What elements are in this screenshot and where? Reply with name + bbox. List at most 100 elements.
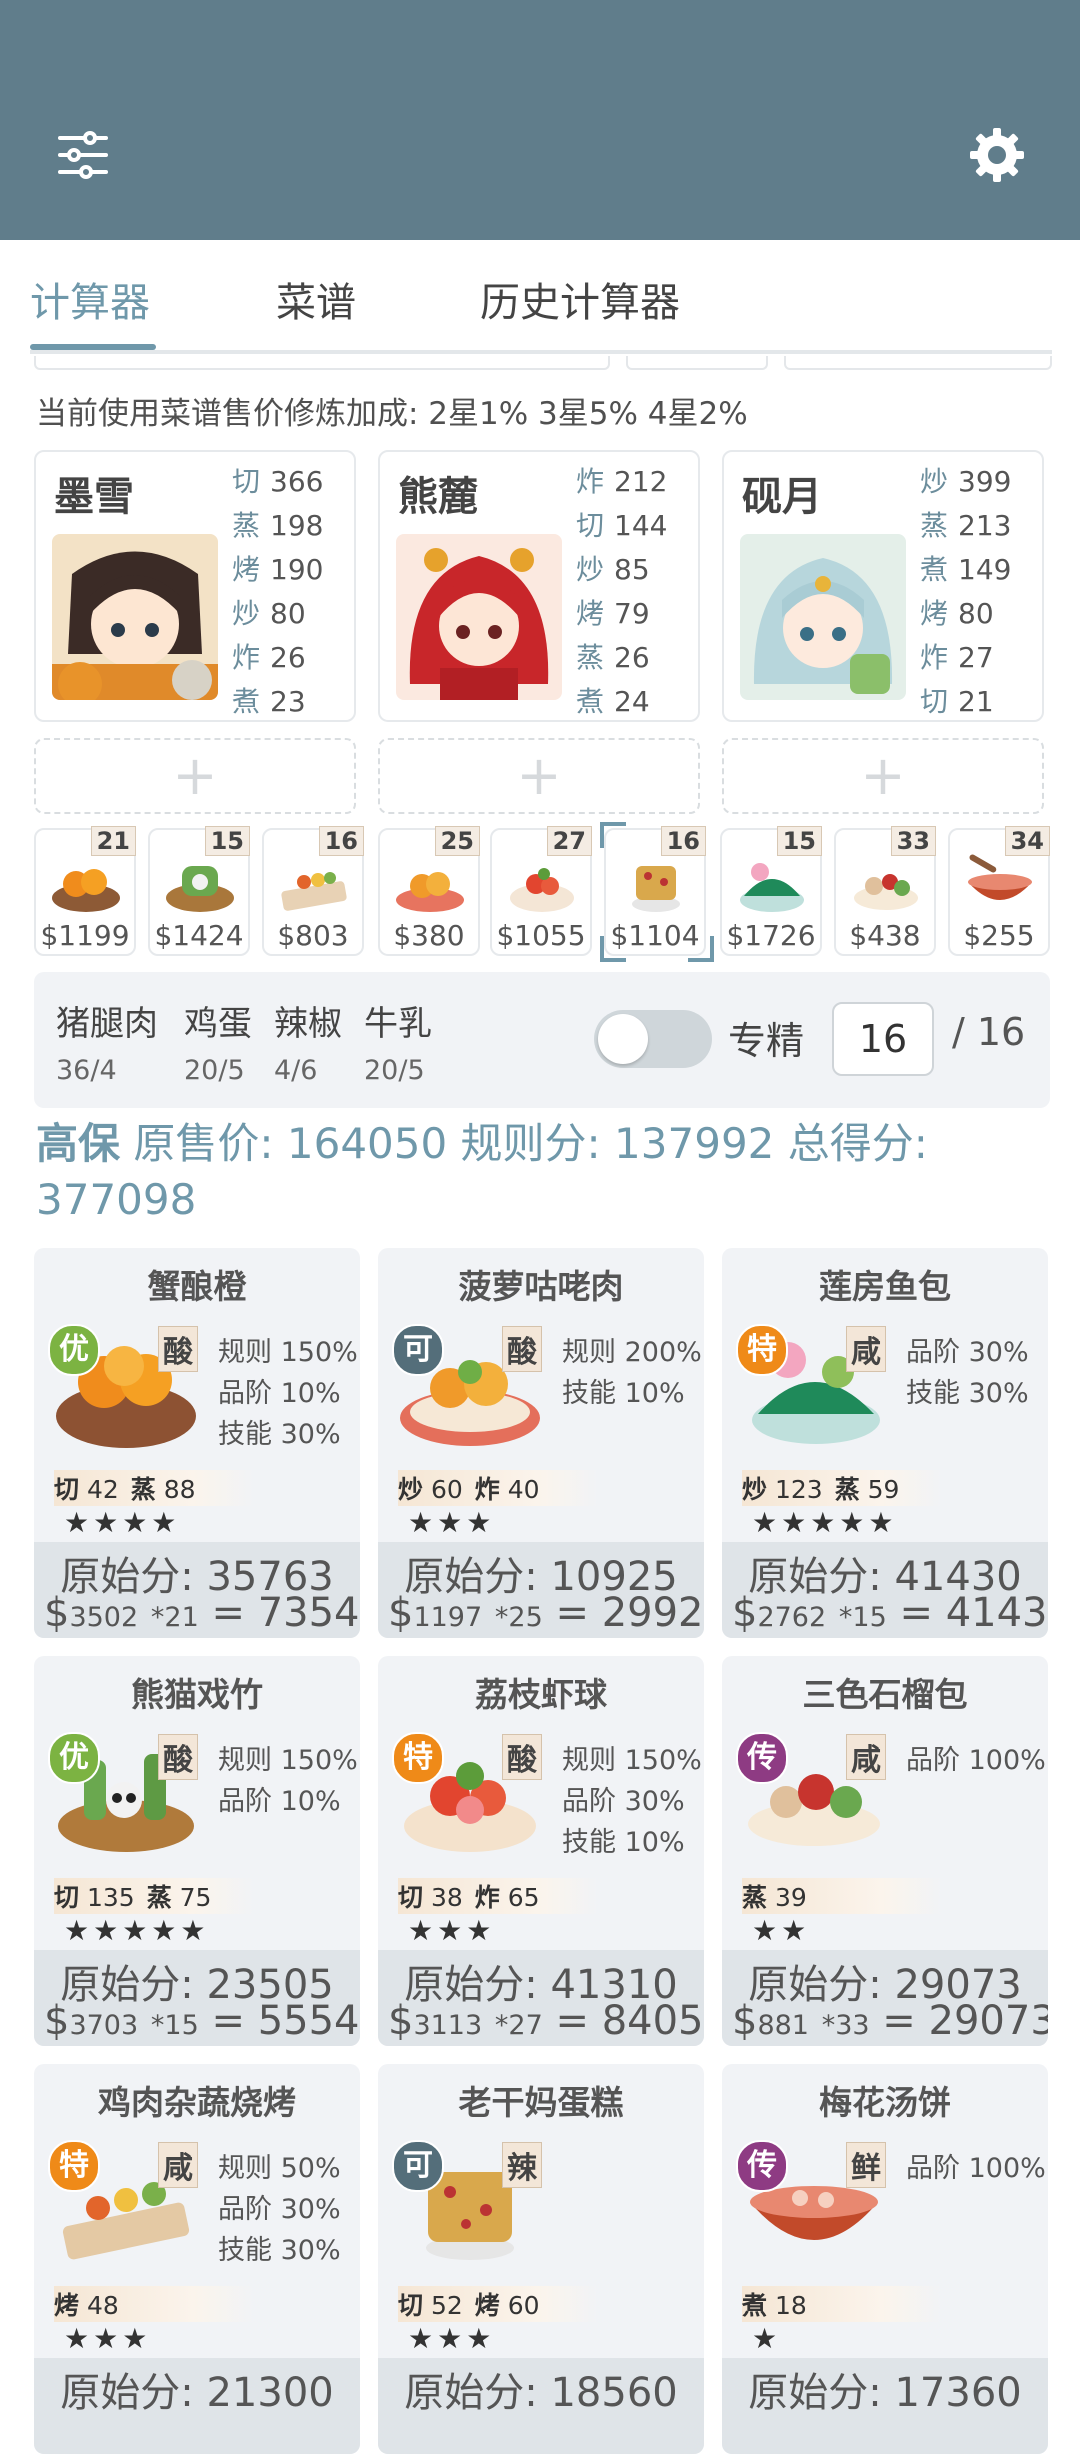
chef-card[interactable]: 熊麓 炸 212 切 144 炒 85 烤 79 蒸 26 煮 24	[378, 450, 700, 722]
recipe-card[interactable]: 老干妈蛋糕可 辣切 52 烤 60 ★★★ 原始分: 18560	[378, 2064, 704, 2454]
dish-tile[interactable]: 21 $1199	[34, 826, 136, 956]
scrolled-field	[784, 356, 1052, 370]
original-score: 原始分: 21300	[60, 2370, 334, 2416]
skill-name: 切	[232, 465, 261, 498]
chef-portrait	[740, 534, 906, 700]
recipe-title: 老干妈蛋糕	[458, 2083, 624, 2122]
skill-name: 炒	[576, 553, 605, 586]
dish-tile[interactable]: 34 $255	[948, 826, 1050, 956]
recipe-card[interactable]: 蟹酿橙优 酸规则 150% 品阶 10% 技能 30% 切 42 蒸 88 ★★★★ 原始分:…	[34, 1248, 360, 1638]
recipe-card[interactable]: 荔枝虾球特 酸规则 150% 品阶 30% 技能 10% 切 38 炸 65 ★★★ 原始分:…	[378, 1656, 704, 2046]
dish-count-input[interactable]: 16	[832, 1002, 934, 1076]
gear-icon[interactable]	[968, 126, 1026, 184]
effect-line: 技能 30%	[218, 1419, 341, 1450]
effect-line: 品阶 30%	[562, 1786, 685, 1817]
effect-line: 规则 150%	[218, 1337, 358, 1368]
skill-name: 煮	[576, 685, 605, 718]
recipe-card[interactable]: 熊猫戏竹优 酸规则 150% 品阶 10% 切 135 蒸 75 ★★★★★ 原始分: 23…	[34, 1656, 360, 2046]
unit-price: 881	[757, 2010, 809, 2041]
tab-bar: 计算器 菜谱 历史计算器	[0, 240, 1080, 352]
effect-list: 规则 150% 品阶 10%	[218, 1740, 358, 1822]
add-equipment-slot[interactable]: +	[378, 738, 700, 814]
ingredient: 辣椒 4/6	[274, 996, 342, 1086]
skill-name: 切	[576, 509, 605, 542]
add-equipment-slot[interactable]: +	[722, 738, 1044, 814]
effect-list: 规则 150% 品阶 10% 技能 30%	[218, 1332, 358, 1455]
grade-label: 高保	[36, 1119, 121, 1168]
recipe-title: 蟹酿橙	[147, 1267, 247, 1306]
dish-price: $803	[277, 919, 349, 952]
chef-name: 砚月	[742, 474, 822, 520]
skill-value: 27	[958, 641, 994, 674]
skill-name: 蒸	[232, 509, 261, 542]
effect-line: 品阶 100%	[906, 1745, 1046, 1776]
tab-recipes[interactable]: 菜谱	[276, 270, 356, 328]
skill-value: 23	[270, 685, 306, 718]
dish-price: $1726	[726, 919, 816, 952]
tab-calculator[interactable]: 计算器	[30, 270, 150, 328]
filter-sliders-icon[interactable]	[56, 128, 110, 182]
multiplier: *15	[150, 2010, 199, 2041]
skill-name: 蒸	[920, 509, 949, 542]
skill-value: 24	[614, 685, 650, 718]
skill-value: 80	[270, 597, 306, 630]
skill-value: 212	[614, 465, 668, 498]
rarity-stars: ★★★	[64, 2322, 152, 2355]
toggle-knob	[598, 1014, 648, 1064]
recipe-card[interactable]: 莲房鱼包特 咸品阶 30% 技能 30% 炒 123 蒸 59 ★★★★★ 原始分: 414…	[722, 1248, 1048, 1638]
dish-image	[281, 872, 347, 911]
effect-line: 技能 10%	[562, 1378, 685, 1409]
dish-image	[740, 863, 804, 912]
tab-divider	[30, 350, 1052, 354]
tab-history-calculator[interactable]: 历史计算器	[480, 270, 680, 328]
rarity-stars: ★★★★★	[752, 1506, 898, 1539]
score-summary-text: 原售价: 164050 规则分: 137992 总得分: 377098	[36, 1119, 928, 1224]
skill-name: 煮	[232, 685, 261, 718]
recipe-card[interactable]: 菠萝咕咾肉可 酸规则 200% 技能 10% 炒 60 炸 40 ★★★ 原始分: 1092…	[378, 1248, 704, 1638]
chef-portrait	[52, 534, 218, 700]
recipe-title: 鸡肉杂蔬烧烤	[98, 2083, 296, 2122]
skill-requirement: 煮 18	[742, 2291, 807, 2320]
grade-badge: 特	[48, 2140, 100, 2192]
chef-portrait	[396, 534, 562, 700]
app-bar	[0, 0, 1080, 240]
price-calculation: $3113 *27 = 84051	[388, 1998, 704, 2044]
dish-price: $1055	[496, 919, 586, 952]
skill-requirements: 炒 60 炸 40	[398, 1470, 598, 1506]
scrolled-field	[626, 356, 768, 370]
skill-requirement: 蒸 88	[130, 1475, 196, 1504]
dish-tile[interactable]: 33 $438	[834, 826, 936, 956]
skill-name: 蒸	[576, 641, 605, 674]
dish-tile[interactable]: 15 $1726	[720, 826, 822, 956]
multiplier: *15	[838, 1602, 887, 1633]
ingredient-count: 20/5	[364, 1055, 425, 1086]
mastery-toggle[interactable]	[594, 1010, 712, 1068]
grade-badge: 可	[392, 2140, 444, 2192]
selection-corner	[600, 936, 626, 962]
recipe-card[interactable]: 三色石榴包传 咸品阶 100% 蒸 39 ★★ 原始分: 29073 $881 *33 =…	[722, 1656, 1048, 2046]
price-calculation: $2762 *15 = 41430	[732, 1590, 1048, 1636]
dish-tile[interactable]: 25 $380	[378, 826, 480, 956]
effect-line: 技能 30%	[218, 2235, 341, 2266]
dish-price: $438	[849, 919, 921, 952]
recipe-card[interactable]: 梅花汤饼传 鲜品阶 100% 煮 18 ★ 原始分: 17360	[722, 2064, 1048, 2454]
dish-tile[interactable]: 16 $803	[262, 826, 364, 956]
original-score: 原始分: 17360	[748, 2370, 1022, 2416]
rarity-stars: ★	[752, 2322, 782, 2355]
tab-active-indicator	[30, 344, 156, 350]
add-equipment-slot[interactable]: +	[34, 738, 356, 814]
dish-tile[interactable]: 15 $1424	[148, 826, 250, 956]
chef-card[interactable]: 墨雪 切 366 蒸 198 烤 190 炒 80 炸 26 煮 23	[34, 450, 356, 722]
skill-requirement: 炒 60	[398, 1475, 463, 1504]
ingredient-name: 鸡蛋	[184, 1004, 252, 1044]
ingredient: 牛乳 20/5	[364, 996, 432, 1086]
skill-requirement: 蒸 75	[146, 1883, 212, 1912]
recipe-title: 熊猫戏竹	[131, 1675, 263, 1714]
dish-tile[interactable]: 27 $1055	[490, 826, 592, 956]
recipe-card[interactable]: 鸡肉杂蔬烧烤特 咸规则 50% 品阶 30% 技能 30% 烤 48 ★★★ 原始分: 21…	[34, 2064, 360, 2454]
skill-requirement: 烤 60	[474, 2291, 540, 2320]
recipe-title: 菠萝咕咾肉	[458, 1267, 624, 1306]
skill-requirement: 炸 40	[474, 1475, 540, 1504]
ingredient: 鸡蛋 20/5	[184, 996, 252, 1086]
chef-card[interactable]: 砚月 炒 399 蒸 213 煮 149 烤 80 炸 27 切 21	[722, 450, 1044, 722]
